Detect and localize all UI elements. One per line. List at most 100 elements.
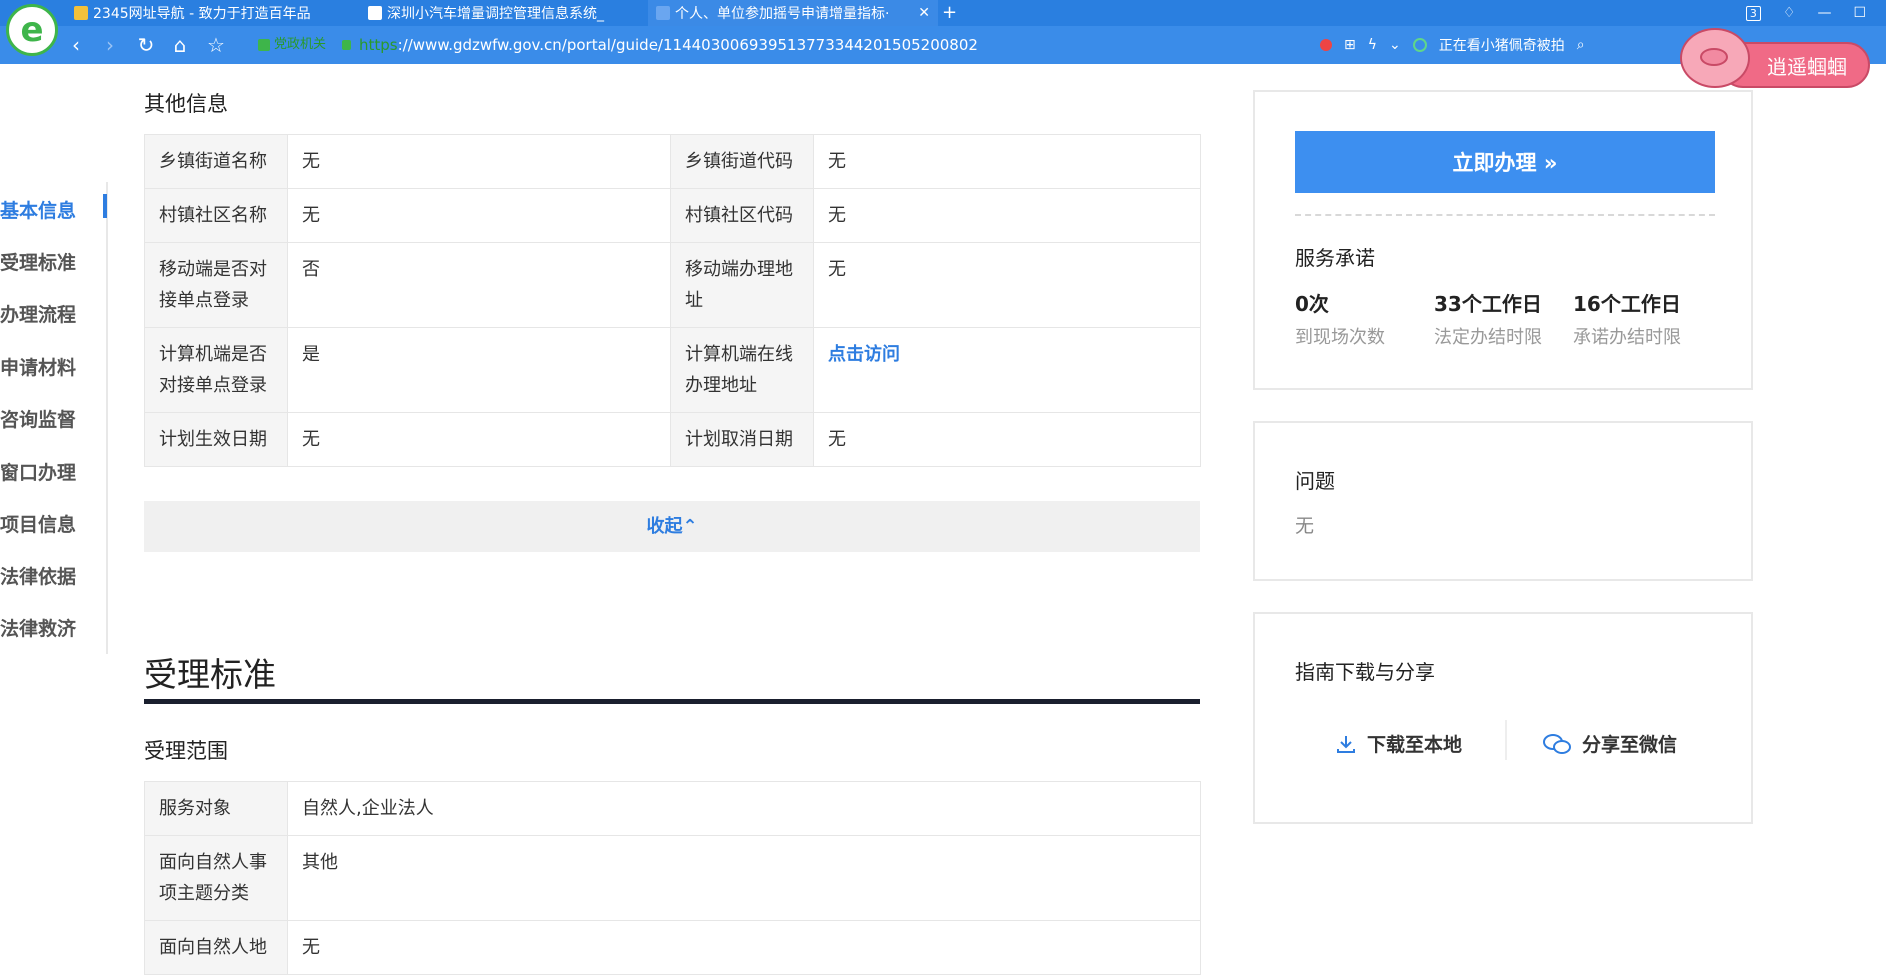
table-value: 无 [287, 188, 671, 243]
chevron-down-icon[interactable]: ⌄ [1389, 37, 1401, 53]
new-tab-button[interactable]: + [942, 0, 957, 26]
wechat-icon [1543, 733, 1571, 754]
table-key: 计算机端在线办理地址 [670, 327, 814, 413]
lightning-icon[interactable]: ϟ [1368, 37, 1377, 53]
browser-e-icon: e [20, 10, 44, 50]
pig-snout-icon [1700, 48, 1728, 66]
side-nav-divider [106, 182, 108, 654]
table-key: 乡镇街道代码 [670, 134, 814, 189]
url-text: ://www.gdzwfw.gov.cn/portal/guide/114403… [397, 36, 978, 54]
mascot-widget[interactable]: 逍遥蝈蝈 [1680, 18, 1880, 94]
table-row: 面向自然人地 无 [144, 920, 1201, 975]
table-value: 点击访问 [813, 327, 1201, 413]
table-row: 乡镇街道名称 无 乡镇街道代码 无 [144, 134, 1201, 189]
address-bar[interactable]: 党政机关 https ://www.gdzwfw.gov.cn/portal/g… [258, 32, 1318, 58]
shield-icon [258, 39, 270, 51]
url-protocol: https [359, 36, 398, 54]
sidenav-item-legal-remedy[interactable]: 法律救济 [0, 614, 76, 641]
section-heading-standard: 受理标准 [144, 655, 276, 694]
table-key: 村镇社区代码 [670, 188, 814, 243]
table-key: 乡镇街道名称 [144, 134, 288, 189]
service-card: 立即办理 » 服务承诺 0次 到现场次数 33个工作日 法定办结时限 16个工作… [1253, 90, 1753, 390]
bookmark-star-icon[interactable]: ☆ [204, 33, 228, 57]
promise-visits: 0次 到现场次数 [1295, 292, 1385, 348]
tab-2345-nav[interactable]: 2345网址导航 - 致力于打造百年品 [74, 0, 336, 26]
tab-label: 深圳小汽车增量调控管理信息系统_ [387, 6, 604, 22]
table-row: 村镇社区名称 无 村镇社区代码 无 [144, 188, 1201, 243]
question-title: 问题 [1295, 469, 1335, 493]
table-value: 无 [287, 412, 671, 467]
home-icon[interactable]: ⌂ [168, 33, 192, 57]
collapse-button[interactable]: 收起⌃ [144, 501, 1200, 552]
download-share-card: 指南下载与分享 下载至本地 分享至微信 [1253, 612, 1753, 824]
back-icon[interactable]: ‹ [64, 33, 88, 57]
gov-site-tag: 党政机关 [258, 32, 326, 58]
tab-shenzhen-system[interactable]: 深圳小汽车增量调控管理信息系统_ [368, 0, 630, 26]
download-share-title: 指南下载与分享 [1295, 660, 1435, 684]
scope-title: 受理范围 [144, 739, 228, 763]
dashed-divider [1295, 214, 1715, 216]
table-row: 服务对象 自然人,企业法人 [144, 781, 1201, 836]
page-favicon-icon [656, 6, 670, 20]
other-info-title: 其他信息 [144, 92, 228, 116]
side-nav-active-indicator [103, 194, 107, 218]
news-ticker[interactable]: 正在看小猪佩奇被拍 [1439, 35, 1565, 55]
table-value: 否 [287, 242, 671, 328]
sidenav-item-consult[interactable]: 咨询监督 [0, 405, 76, 432]
table-value: 无 [813, 242, 1201, 328]
nav-right-tools: ⊞ ϟ ⌄ 正在看小猪佩奇被拍 ⌕ [1320, 32, 1585, 58]
share-wechat-label: 分享至微信 [1582, 734, 1678, 756]
sidenav-item-materials[interactable]: 申请材料 [0, 353, 76, 380]
table-value: 无 [287, 134, 671, 189]
table-value: 自然人,企业法人 [287, 781, 1201, 836]
table-key: 移动端是否对接单点登录 [144, 242, 288, 328]
news-icon [1412, 38, 1427, 52]
tab-label: 2345网址导航 - 致力于打造百年品 [93, 6, 311, 22]
close-tab-icon[interactable]: ✕ [910, 5, 938, 21]
promise-legal-limit: 33个工作日 法定办结时限 [1434, 292, 1542, 348]
sidenav-item-acceptance-standard[interactable]: 受理标准 [0, 248, 76, 275]
sidenav-item-project[interactable]: 项目信息 [0, 510, 76, 537]
browser-logo[interactable]: e [6, 4, 58, 56]
table-row: 计划生效日期 无 计划取消日期 无 [144, 412, 1201, 467]
table-value: 是 [287, 327, 671, 413]
browser-nav-bar: ‹ › ↻ ⌂ ☆ 党政机关 https ://www.gdzwfw.gov.c… [0, 26, 1886, 64]
service-promise-title: 服务承诺 [1295, 246, 1375, 270]
visit-online-link[interactable]: 点击访问 [828, 344, 900, 365]
share-wechat-button[interactable]: 分享至微信 [1542, 730, 1677, 757]
table-key: 计算机端是否对接单点登录 [144, 327, 288, 413]
adblock-icon[interactable] [1320, 39, 1332, 51]
refresh-icon[interactable]: ↻ [134, 33, 158, 57]
download-icon [1337, 735, 1355, 753]
grid-icon[interactable]: ⊞ [1344, 37, 1356, 53]
forward-icon[interactable]: › [98, 33, 122, 57]
table-key: 计划取消日期 [670, 412, 814, 467]
sidenav-item-window[interactable]: 窗口办理 [0, 458, 76, 485]
sidenav-item-legal-basis[interactable]: 法律依据 [0, 562, 76, 589]
download-local-button[interactable]: 下载至本地 [1335, 730, 1462, 757]
table-row: 面向自然人事项主题分类 其他 [144, 835, 1201, 921]
browser-tab-bar: 2345网址导航 - 致力于打造百年品 深圳小汽车增量调控管理信息系统_ 个人、… [0, 0, 1886, 26]
table-value: 其他 [287, 835, 1201, 921]
table-key: 移动端办理地址 [670, 242, 814, 328]
table-value: 无 [287, 920, 1201, 975]
other-info-table: 乡镇街道名称 无 乡镇街道代码 无 村镇社区名称 无 村镇社区代码 无 移动端是… [144, 134, 1201, 467]
table-key: 面向自然人地 [144, 920, 288, 975]
table-value: 无 [813, 188, 1201, 243]
promise-committed-limit: 16个工作日 承诺办结时限 [1573, 292, 1681, 348]
handle-now-button[interactable]: 立即办理 » [1295, 131, 1715, 193]
tab-active-guide[interactable]: 个人、单位参加摇号申请增量指标· ✕ [648, 0, 938, 26]
table-key: 面向自然人事项主题分类 [144, 835, 288, 921]
question-card: 问题 无 [1253, 421, 1753, 581]
search-icon[interactable]: ⌕ [1577, 37, 1585, 53]
table-key: 服务对象 [144, 781, 288, 836]
table-row: 移动端是否对接单点登录 否 移动端办理地址 无 [144, 242, 1201, 328]
tab-label: 个人、单位参加摇号申请增量指标· [675, 6, 890, 22]
sidenav-item-basic-info[interactable]: 基本信息 [0, 196, 76, 223]
scope-table: 服务对象 自然人,企业法人 面向自然人事项主题分类 其他 面向自然人地 无 [144, 781, 1201, 975]
table-key: 计划生效日期 [144, 412, 288, 467]
section-heading-rule [144, 699, 1200, 704]
question-text: 无 [1295, 515, 1315, 537]
table-row: 计算机端是否对接单点登录 是 计算机端在线办理地址 点击访问 [144, 327, 1201, 413]
sidenav-item-process[interactable]: 办理流程 [0, 300, 76, 327]
